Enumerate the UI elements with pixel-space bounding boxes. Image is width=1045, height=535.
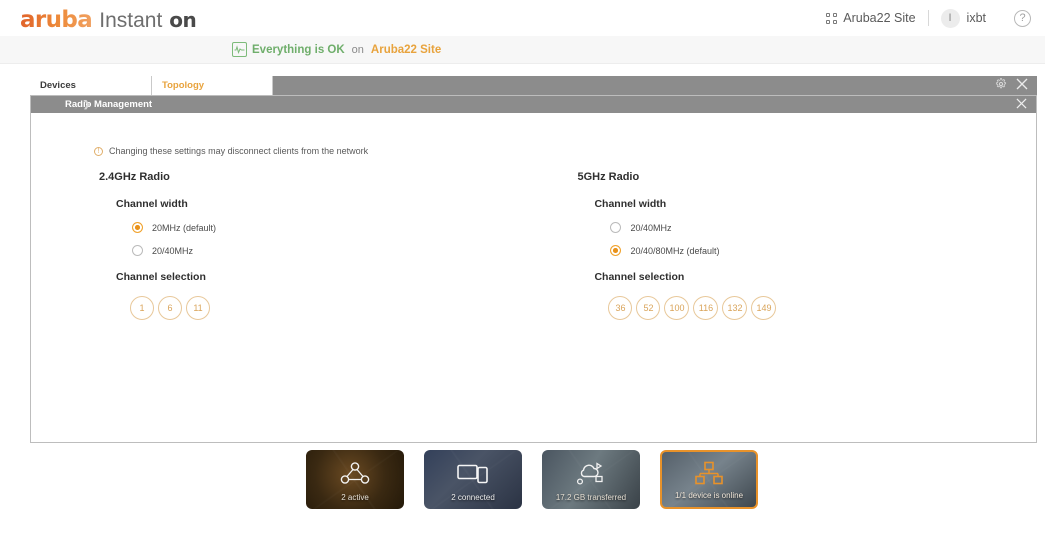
tile-devices[interactable]: 1/1 device is online: [660, 450, 758, 509]
radio-section-24ghz: 2.4GHz Radio Channel width 20MHz (defaul…: [99, 171, 577, 320]
tile-networks-label: 2 active: [341, 493, 369, 502]
channel-chip[interactable]: 52: [636, 296, 661, 320]
device-tree-icon: [694, 461, 724, 492]
radio-button-icon[interactable]: [132, 245, 143, 256]
radio-button-selected-icon[interactable]: [132, 222, 143, 233]
status-site-name[interactable]: Aruba22 Site: [371, 44, 441, 56]
radio-section-5ghz: 5GHz Radio Channel width 20/40MHz 20/40/…: [577, 171, 1036, 320]
radio-option-5-204080mhz[interactable]: 20/40/80MHz (default): [610, 245, 1036, 256]
brand-logo[interactable]: aruba Instant on: [20, 7, 197, 33]
radio-settings-columns: 2.4GHz Radio Channel width 20MHz (defaul…: [31, 171, 1036, 320]
status-preposition: on: [351, 43, 364, 56]
tile-transferred-label: 17.2 GB transferred: [555, 493, 627, 502]
radio-option-24-2040mhz-label: 20/40MHz: [152, 245, 194, 256]
status-bar: Everything is OK on Aruba22 Site: [0, 36, 1045, 64]
channel-selection-label-5: Channel selection: [594, 271, 685, 283]
site-selector-label: Aruba22 Site: [843, 11, 916, 25]
logo-instant-text: Instant: [99, 9, 163, 32]
tab-devices-label: Devices: [40, 80, 76, 91]
radio-button-icon[interactable]: [610, 222, 622, 233]
logo-on-text: on: [169, 8, 197, 32]
channel-chip[interactable]: 36: [608, 296, 633, 320]
tile-devices-label: 1/1 device is online: [674, 491, 744, 500]
devices-icon: [457, 462, 489, 489]
channel-chip[interactable]: 132: [722, 296, 748, 320]
avatar: I: [940, 8, 960, 28]
chevron-right-icon[interactable]: ❯: [83, 99, 91, 110]
user-menu[interactable]: I ixbt: [940, 8, 986, 28]
channel-chip[interactable]: 11: [186, 296, 210, 320]
radio-button-selected-icon[interactable]: [610, 245, 622, 256]
tab-bar-spacer: [273, 76, 995, 95]
close-icon[interactable]: [1016, 77, 1028, 95]
status-message-group: Everything is OK on Aruba22 Site: [232, 42, 441, 57]
panel-close-icon[interactable]: [1016, 98, 1027, 111]
cloud-apps-icon: [575, 460, 607, 491]
grid-icon: [826, 12, 838, 24]
channel-width-label-5: Channel width: [594, 198, 667, 210]
header-divider: [927, 10, 929, 26]
network-share-icon: [340, 460, 370, 491]
site-selector[interactable]: Aruba22 Site: [826, 11, 916, 25]
radio-option-5-2040mhz-label: 20/40MHz: [630, 222, 672, 233]
channel-chip[interactable]: 1: [130, 296, 154, 320]
channel-chip[interactable]: 149: [751, 296, 777, 320]
radio-option-5-204080mhz-label: 20/40/80MHz (default): [630, 245, 720, 256]
tile-transferred[interactable]: 17.2 GB transferred: [542, 450, 640, 509]
channel-chip[interactable]: 116: [693, 296, 719, 320]
gear-icon[interactable]: [995, 77, 1007, 95]
radio-option-24-20mhz[interactable]: 20MHz (default): [132, 222, 577, 233]
warning-text: Changing these settings may disconnect c…: [109, 146, 369, 156]
tile-clients[interactable]: 2 connected: [424, 450, 522, 509]
tile-clients-label: 2 connected: [451, 493, 495, 502]
channel-selection-label-24: Channel selection: [116, 271, 206, 283]
radio-5ghz-title: 5GHz Radio: [577, 171, 640, 183]
channel-chip[interactable]: 100: [664, 296, 690, 320]
channel-width-label-24: Channel width: [116, 198, 188, 210]
channel-chip-list-5: 36 52 100 116 132 149: [608, 296, 1036, 320]
tab-devices[interactable]: Devices: [30, 76, 152, 95]
warning-icon: !: [94, 146, 103, 156]
radio-24ghz-title: 2.4GHz Radio: [99, 171, 170, 183]
radio-option-24-20mhz-label: 20MHz (default): [152, 222, 217, 233]
channel-chip[interactable]: 6: [158, 296, 182, 320]
channel-chip-list-24: 1 6 11: [130, 296, 577, 320]
panel-title: Radio Management: [65, 99, 153, 110]
question-mark-icon[interactable]: ?: [1014, 9, 1031, 27]
status-message: Everything is OK: [252, 43, 345, 56]
tile-networks[interactable]: 2 active: [306, 450, 404, 509]
summary-tiles: 2 active 2 connected 17.2 GB transferred: [306, 450, 758, 509]
panel-header[interactable]: ❯ Radio Management: [31, 96, 1036, 113]
tab-bar: Devices Topology: [30, 76, 1037, 95]
tab-topology[interactable]: Topology: [152, 76, 273, 95]
user-name-label: ixbt: [966, 11, 986, 25]
warning-banner: ! Changing these settings may disconnect…: [94, 146, 1036, 156]
app-header: aruba Instant on Aruba22 Site I ixbt ?: [0, 0, 1045, 36]
header-right-group: Aruba22 Site I ixbt ?: [826, 0, 1045, 36]
logo-aruba-text: aruba: [20, 7, 93, 33]
radio-option-24-2040mhz[interactable]: 20/40MHz: [132, 245, 577, 256]
tab-topology-label: Topology: [162, 80, 205, 91]
radio-option-5-2040mhz[interactable]: 20/40MHz: [610, 222, 1036, 233]
pulse-monitor-icon: [232, 42, 247, 57]
radio-management-panel: ❯ Radio Management ! Changing these sett…: [30, 95, 1037, 443]
tab-bar-actions: [995, 76, 1037, 95]
